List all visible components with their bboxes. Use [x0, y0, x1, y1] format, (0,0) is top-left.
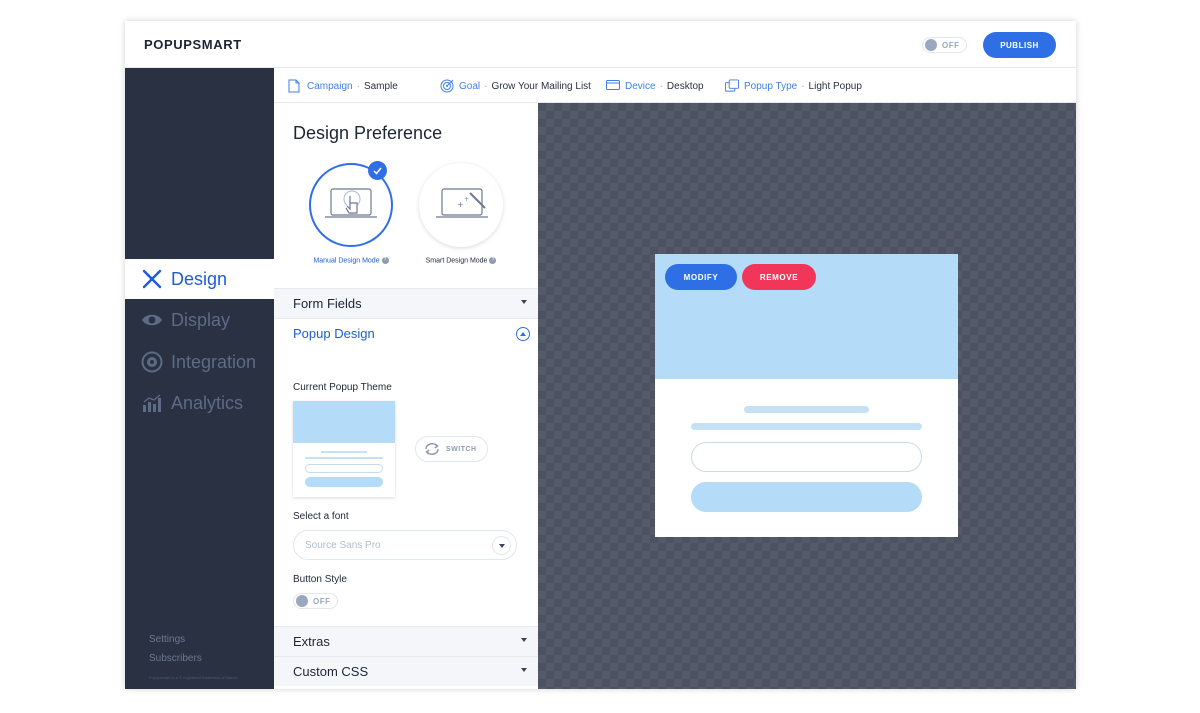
thumb-button: [305, 477, 383, 487]
trademark-note: Popupsmart is a ® registered trademark o…: [149, 675, 238, 680]
caret-down-icon: [521, 668, 527, 672]
breadcrumb-value: Grow Your Mailing List: [491, 80, 591, 92]
monitor-icon: [606, 79, 620, 93]
design-settings-panel: Design Preference Manual Design Mode ? +…: [274, 103, 538, 689]
bar-chart-icon: [141, 392, 163, 414]
help-icon[interactable]: ?: [381, 257, 389, 264]
thumb-hero: [293, 401, 395, 443]
breadcrumb-separator: ·: [484, 80, 488, 92]
refresh-icon: [425, 443, 439, 455]
svg-text:+: +: [464, 196, 469, 203]
chevron-down-icon: [492, 536, 511, 555]
breadcrumb-popup-type[interactable]: Popup Type · Light Popup: [725, 79, 862, 93]
sidebar-item-label: Design: [171, 268, 228, 289]
breadcrumb-campaign[interactable]: Campaign · Sample: [288, 79, 398, 93]
toggle-label: OFF: [942, 40, 960, 50]
breadcrumb-value: Sample: [363, 80, 398, 92]
remove-button[interactable]: REMOVE: [742, 264, 816, 290]
mode-label-text: Smart Design Mode: [425, 257, 488, 265]
smart-mode-circle: + +: [419, 163, 503, 247]
section-extras[interactable]: Extras: [274, 626, 538, 656]
breadcrumb-device[interactable]: Device · Desktop: [606, 79, 704, 93]
breadcrumb-key: Device: [625, 80, 656, 92]
mode-label: Smart Design Mode ?: [419, 257, 503, 264]
section-label: Custom CSS: [293, 664, 369, 679]
popup-text-placeholder: [691, 423, 922, 430]
breadcrumb-separator: ·: [801, 80, 805, 92]
section-popup-design[interactable]: Popup Design: [274, 318, 538, 348]
breadcrumb-key: Popup Type: [744, 80, 798, 92]
popup-preview[interactable]: MODIFY REMOVE: [655, 254, 958, 537]
sidebar-link-subscribers[interactable]: Subscribers: [149, 653, 202, 664]
popup-input-placeholder: [691, 442, 922, 472]
caret-down-icon: [521, 300, 527, 304]
toggle-knob: [925, 39, 937, 51]
switch-label: SWITCH: [446, 445, 477, 453]
target-icon: [141, 351, 163, 373]
modify-button[interactable]: MODIFY: [665, 264, 737, 290]
page-title: Design Preference: [293, 123, 443, 143]
help-icon[interactable]: ?: [489, 257, 497, 264]
laptop-wand-icon: + +: [436, 188, 488, 218]
breadcrumb-separator: ·: [356, 80, 360, 92]
document-icon: [288, 79, 302, 93]
popup-type-icon: [725, 79, 739, 93]
breadcrumb: Campaign · Sample Goal · Grow Your Maili…: [274, 68, 1076, 103]
sidebar-item-label: Analytics: [171, 392, 244, 413]
section-label: Popup Design: [293, 326, 375, 341]
mode-label-text: Manual Design Mode: [313, 257, 380, 265]
thumb-line: [305, 457, 383, 459]
caret-up-icon: [516, 327, 530, 341]
section-custom-css[interactable]: Custom CSS: [274, 656, 538, 686]
font-select-value: Source Sans Pro: [305, 539, 381, 551]
popup-button-placeholder: [691, 482, 922, 512]
popup-headline-placeholder: [744, 406, 869, 413]
app-logo: POPUPSMART: [144, 37, 242, 52]
eye-icon: [141, 309, 163, 331]
breadcrumb-value: Desktop: [666, 80, 704, 92]
sidebar-item-design[interactable]: Design: [125, 259, 274, 299]
sidebar-item-label: Display: [171, 309, 231, 330]
toggle-knob: [296, 595, 308, 607]
breadcrumb-key: Campaign: [307, 80, 353, 92]
manual-design-mode-option[interactable]: Manual Design Mode ?: [309, 161, 393, 264]
toggle-label: OFF: [313, 596, 331, 606]
breadcrumb-goal[interactable]: Goal · Grow Your Mailing List: [440, 79, 591, 93]
smart-design-mode-option[interactable]: + + Smart Design Mode ?: [419, 163, 503, 264]
button-style-label: Button Style: [293, 574, 347, 585]
publish-button[interactable]: PUBLISH: [983, 32, 1056, 58]
app-window: POPUPSMART OFF PUBLISH Design Display In…: [125, 21, 1076, 689]
thumb-line: [321, 451, 367, 453]
target-icon: [440, 79, 454, 93]
sidebar: Design Display Integration Analytics Set…: [125, 68, 274, 689]
campaign-status-toggle[interactable]: OFF: [922, 37, 967, 53]
current-theme-label: Current Popup Theme: [293, 382, 392, 393]
current-theme-thumbnail[interactable]: [293, 401, 395, 497]
section-label: Extras: [293, 634, 330, 649]
laptop-hand-icon: [325, 188, 377, 218]
preview-canvas: MODIFY REMOVE: [538, 103, 1076, 689]
caret-down-icon: [521, 638, 527, 642]
sidebar-item-display[interactable]: Display: [125, 300, 274, 340]
sidebar-item-analytics[interactable]: Analytics: [125, 383, 274, 423]
sidebar-link-settings[interactable]: Settings: [149, 634, 185, 645]
svg-text:+: +: [457, 200, 464, 209]
breadcrumb-key: Goal: [459, 80, 481, 92]
breadcrumb-value: Light Popup: [808, 80, 862, 92]
font-select[interactable]: Source Sans Pro: [293, 530, 517, 560]
button-style-toggle[interactable]: OFF: [293, 593, 338, 609]
mode-label: Manual Design Mode ?: [309, 257, 393, 264]
sidebar-item-integration[interactable]: Integration: [125, 342, 274, 382]
font-label: Select a font: [293, 511, 349, 522]
top-bar: POPUPSMART OFF PUBLISH: [125, 21, 1076, 68]
section-label: Form Fields: [293, 296, 362, 311]
breadcrumb-separator: ·: [659, 80, 663, 92]
section-form-fields[interactable]: Form Fields: [274, 288, 538, 318]
sidebar-item-label: Integration: [171, 351, 257, 372]
switch-theme-button[interactable]: SWITCH: [415, 436, 488, 462]
pencil-ruler-icon: [141, 268, 163, 290]
checkmark-icon: [368, 161, 387, 180]
thumb-input: [305, 464, 383, 473]
